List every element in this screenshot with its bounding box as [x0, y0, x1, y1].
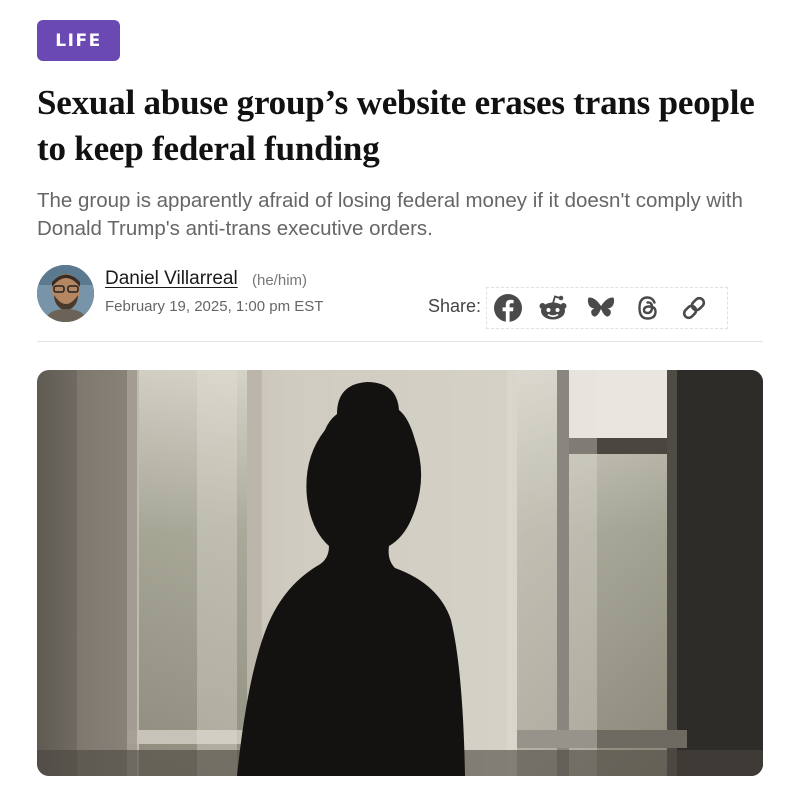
author-avatar[interactable] [37, 265, 94, 322]
author-name-link[interactable]: Daniel Villarreal [105, 268, 238, 290]
article-headline: Sexual abuse group’s website erases tran… [37, 83, 755, 168]
author-photo [37, 265, 94, 322]
facebook-icon [494, 294, 522, 322]
share-reddit-button[interactable] [537, 292, 569, 324]
publish-date: February 19, 2025, 1:00 pm EST [105, 298, 324, 315]
threads-icon [638, 296, 657, 320]
article-subheadline: The group is apparently afraid of losing… [37, 189, 743, 240]
share-bluesky-button[interactable] [585, 292, 617, 324]
hero-image [37, 370, 763, 776]
bluesky-icon [587, 297, 615, 317]
share-threads-button[interactable] [632, 292, 664, 324]
share-copy-link-button[interactable] [678, 292, 710, 324]
share-label: Share: [428, 296, 482, 316]
hero-photo-silhouette-window [37, 370, 763, 776]
author-pronouns: (he/him) [252, 272, 308, 289]
link-icon [682, 296, 706, 320]
byline-divider [37, 341, 763, 342]
category-badge-life[interactable]: LIFE [37, 20, 120, 61]
reddit-icon [539, 295, 567, 320]
share-icons-row [486, 287, 728, 329]
share-facebook-button[interactable] [492, 292, 524, 324]
